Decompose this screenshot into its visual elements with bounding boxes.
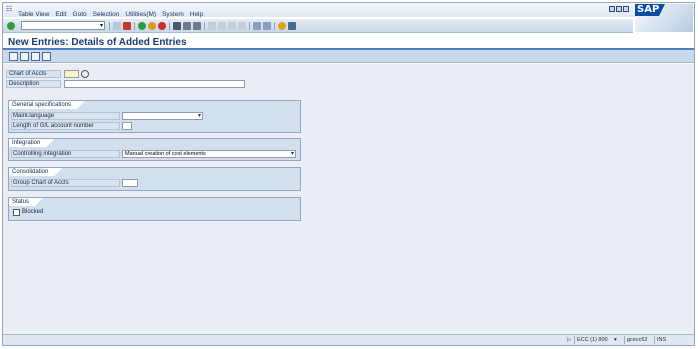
gl-length-label: Length of G/L account number: [13, 123, 94, 129]
chart-of-accts-label: Chart of Accts: [9, 71, 47, 77]
insert-mode: INS: [654, 336, 668, 344]
system-info: ECC (1) 800: [574, 336, 610, 344]
delete-icon[interactable]: [31, 52, 40, 61]
menu-selection[interactable]: Selection: [90, 11, 123, 18]
menu-help[interactable]: Help: [187, 11, 206, 18]
menu-utilities[interactable]: Utilities(M): [122, 11, 159, 18]
maximize-icon[interactable]: [616, 6, 622, 12]
dropdown-icon[interactable]: ▾: [291, 150, 294, 157]
cancel-icon[interactable]: [158, 22, 166, 30]
back-arrow-icon[interactable]: [113, 22, 121, 30]
separator: [109, 22, 110, 30]
enter-icon[interactable]: [7, 22, 15, 30]
find-next-icon[interactable]: [193, 22, 201, 30]
general-specifications-group: General specifications Maint.language ▾ …: [8, 100, 301, 133]
group-title: Integration: [9, 139, 54, 147]
sap-logo: SAP: [635, 4, 693, 32]
chart-of-accts-field[interactable]: [64, 70, 79, 78]
undo-change-icon[interactable]: [42, 52, 51, 61]
dropdown-icon[interactable]: ▾: [100, 22, 103, 29]
print-icon[interactable]: [173, 22, 181, 30]
app-menu-icon[interactable]: ☷: [6, 5, 12, 13]
new-session-icon[interactable]: [253, 22, 261, 30]
main-content: Chart of Accts Description General speci…: [3, 64, 694, 334]
find-icon[interactable]: [183, 22, 191, 30]
group-title: Consolidation: [9, 168, 62, 176]
window-controls: [609, 6, 629, 12]
integration-group: Integration Controlling integration Manu…: [8, 138, 301, 161]
shortcut-icon[interactable]: [263, 22, 271, 30]
separator: [274, 22, 275, 30]
application-toolbar: [3, 50, 694, 63]
copy-icon[interactable]: [20, 52, 29, 61]
back-icon[interactable]: [138, 22, 146, 30]
system-info-dropdown-icon[interactable]: ▾: [612, 336, 619, 344]
menu-bar: ☷ Table View Edit Goto Selection Utiliti…: [3, 3, 694, 18]
layout-menu-icon[interactable]: [288, 22, 296, 30]
menu-edit[interactable]: Edit: [52, 11, 69, 18]
status-bar: ▷ ECC (1) 800 ▾ gcecc62 INS: [3, 334, 694, 345]
blocked-checkbox[interactable]: [13, 209, 20, 216]
close-icon[interactable]: [623, 6, 629, 12]
sap-window: ☷ Table View Edit Goto Selection Utiliti…: [2, 2, 695, 346]
separator: [249, 22, 250, 30]
status-group: Status Blocked: [8, 197, 301, 221]
maint-language-field[interactable]: ▾: [122, 112, 203, 120]
group-title: Status: [9, 198, 43, 206]
dropdown-icon[interactable]: ▾: [198, 112, 201, 119]
standard-toolbar: ▾: [3, 19, 633, 33]
search-help-icon[interactable]: [81, 70, 89, 78]
server-name: gcecc62: [624, 336, 650, 344]
menu-goto[interactable]: Goto: [70, 11, 90, 18]
menu-items: Table View Edit Goto Selection Utilities…: [15, 11, 206, 18]
menu-table-view[interactable]: Table View: [15, 11, 52, 18]
gl-length-field[interactable]: [122, 122, 132, 130]
controlling-integration-label: Controlling integration: [13, 151, 72, 157]
maint-language-label: Maint.language: [13, 113, 55, 119]
group-chart-of-accts-field[interactable]: [122, 179, 138, 187]
first-page-icon[interactable]: [208, 22, 216, 30]
group-chart-of-accts-label: Group Chart of Accts: [13, 180, 69, 186]
separator: [204, 22, 205, 30]
status-expand-icon[interactable]: ▷: [565, 336, 573, 344]
next-page-icon[interactable]: [228, 22, 236, 30]
menu-system[interactable]: System: [159, 11, 187, 18]
sap-logo-text: SAP: [635, 4, 665, 16]
separator: [134, 22, 135, 30]
help-icon[interactable]: [278, 22, 286, 30]
exit-icon[interactable]: [148, 22, 156, 30]
minimize-icon[interactable]: [609, 6, 615, 12]
separator: [169, 22, 170, 30]
description-label: Description: [9, 81, 40, 87]
controlling-integration-select[interactable]: Manual creation of cost elements ▾: [122, 150, 296, 158]
group-title: General specifications: [9, 101, 85, 109]
consolidation-group: Consolidation Group Chart of Accts: [8, 167, 301, 191]
blocked-label: Blocked: [22, 209, 44, 215]
command-field[interactable]: ▾: [21, 21, 105, 30]
change-display-icon[interactable]: [9, 52, 18, 61]
description-field[interactable]: [64, 80, 245, 88]
save-icon[interactable]: [123, 22, 131, 30]
last-page-icon[interactable]: [238, 22, 246, 30]
previous-page-icon[interactable]: [218, 22, 226, 30]
page-title: New Entries: Details of Added Entries: [8, 37, 187, 48]
